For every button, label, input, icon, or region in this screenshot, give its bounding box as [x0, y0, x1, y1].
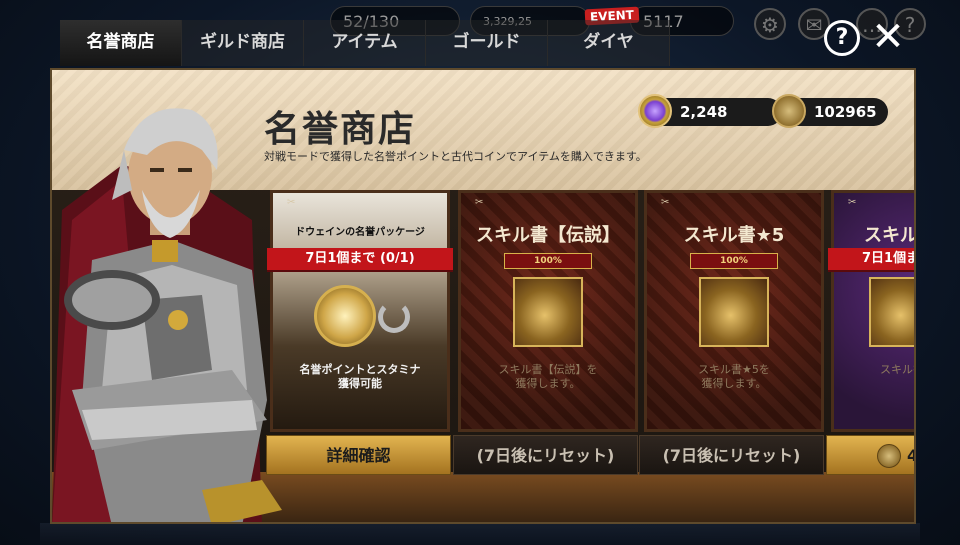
purchase-limit-banner: 7日1個ま — [828, 248, 914, 270]
card-title: スキル — [864, 225, 916, 246]
close-button[interactable]: ✕ — [870, 17, 906, 57]
shop-title: 名誉商店 — [264, 109, 417, 150]
shop-description: 対戦モードで獲得した名誉ポイントと古代コインでアイテムを購入できます。 — [264, 150, 647, 163]
ancient-coin-display: 102965 — [772, 94, 888, 128]
card-title: スキル書★5 — [683, 225, 785, 246]
card-description: スキル書★5を 獲得します。 — [698, 363, 770, 390]
card-description: 名誉ポイントとスタミナ 獲得可能 — [299, 363, 421, 390]
horseshoe-icon — [378, 301, 410, 333]
skill-book-icon — [869, 277, 914, 347]
skill-book-icon — [699, 277, 769, 347]
honor-points-display: 2,248 — [638, 94, 782, 128]
details-button[interactable]: 詳細確認 — [266, 435, 451, 475]
ancient-coin-icon — [772, 94, 806, 128]
tab-honor-shop[interactable]: 名誉商店 — [60, 20, 182, 66]
tab-gold[interactable]: ゴールド — [426, 20, 548, 66]
chance-badge: 100% — [690, 253, 778, 269]
scissors-icon: ✂ — [848, 197, 857, 208]
help-button[interactable]: ? — [824, 20, 860, 56]
reset-status-button[interactable]: (7日後にリセット) — [453, 435, 638, 475]
card-title: スキル書【伝説】 — [476, 225, 620, 246]
ancient-coins-value: 102965 — [814, 103, 877, 121]
honor-points-value: 2,248 — [680, 103, 728, 121]
honor-point-icon — [638, 94, 672, 128]
scissors-icon: ✂ — [287, 197, 296, 208]
shop-tabs: 名誉商店 ギルド商店 アイテム ゴールド ダイヤ — [60, 20, 670, 66]
chance-badge: 100% — [504, 253, 592, 269]
background-bottom-menu — [40, 523, 920, 545]
purchase-button[interactable]: 4 — [826, 435, 914, 476]
card-description: スキル書【伝説】を 獲得します。 — [498, 363, 598, 390]
product-card-skill-book-5star[interactable]: ✂ スキル書★5 100% スキル書★5を 獲得します。 — [644, 190, 824, 432]
honor-medal-icon — [314, 285, 376, 347]
scissors-icon: ✂ — [475, 197, 484, 208]
gear-icon: ⚙ — [754, 8, 786, 40]
card-title: ドウェインの名誉パッケージ — [295, 227, 425, 238]
purchase-limit-banner: 7日1個まで (0/1) — [267, 248, 453, 270]
reset-status-button[interactable]: (7日後にリセット) — [639, 435, 824, 475]
help-icon: ? — [835, 25, 849, 50]
product-card-honor-package[interactable]: ✂ ドウェインの名誉パッケージ 7日1個まで (0/1) 名誉ポイントとスタミナ… — [267, 190, 453, 432]
ancient-coin-icon — [877, 444, 901, 468]
tab-items[interactable]: アイテム — [304, 20, 426, 66]
scissors-icon: ✂ — [661, 197, 670, 208]
close-icon: ✕ — [871, 14, 905, 60]
product-card-skill-book-legend[interactable]: ✂ スキル書【伝説】 100% スキル書【伝説】を 獲得します。 — [458, 190, 638, 432]
tab-diamond[interactable]: ダイヤ — [548, 20, 670, 66]
product-card-skill-book-partial[interactable]: ✂ スキル 7日1個ま スキル書 — [828, 190, 916, 432]
price-value: 4 — [907, 436, 914, 476]
card-description: スキル書 — [880, 363, 914, 376]
tab-guild-shop[interactable]: ギルド商店 — [182, 20, 304, 66]
shop-panel: 名誉商店 対戦モードで獲得した名誉ポイントと古代コインでアイテムを購入できます。… — [50, 68, 916, 524]
skill-book-icon — [513, 277, 583, 347]
